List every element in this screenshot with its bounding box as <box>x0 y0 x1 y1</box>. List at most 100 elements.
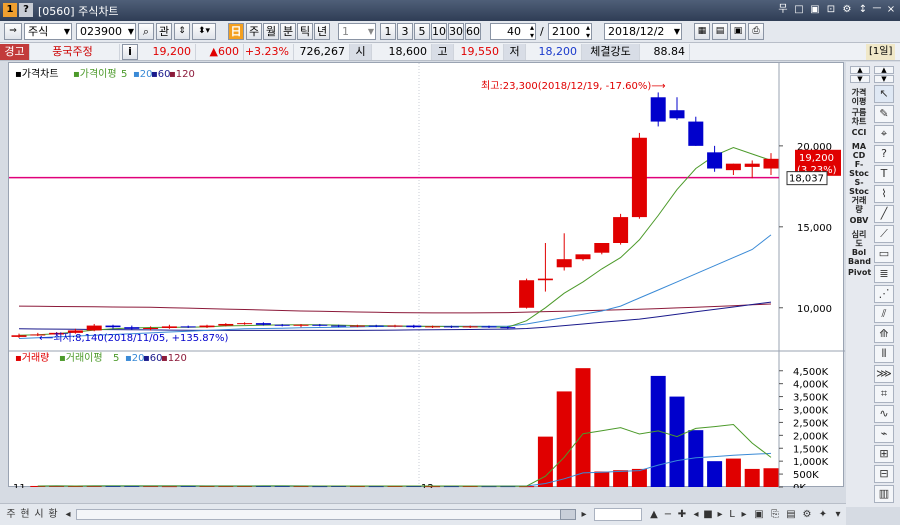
brush-icon[interactable]: ⌇ <box>874 185 894 203</box>
auto-icon[interactable]: ⌁ <box>874 425 894 443</box>
chevron-down-icon[interactable]: ▾ <box>832 507 844 522</box>
minimize-icon[interactable]: ㅡ <box>870 3 884 17</box>
indicator-macd[interactable]: MA CD <box>848 142 870 160</box>
market-tab[interactable]: 시 <box>32 507 46 522</box>
calculator-icon[interactable]: ▦ <box>694 23 710 40</box>
checkbox-icon[interactable]: □ <box>792 3 806 17</box>
fan-icon[interactable]: ⋰ <box>874 285 894 303</box>
app-number-icon[interactable]: 1 <box>3 3 17 17</box>
quick-interval-3[interactable]: 3 <box>397 23 413 40</box>
channel-icon[interactable]: ⫽ <box>874 305 894 323</box>
wave-icon[interactable]: ∿ <box>874 405 894 423</box>
layout-icon[interactable]: ▤ <box>712 23 728 40</box>
text-tool-icon[interactable]: T <box>874 165 894 183</box>
period-minute[interactable]: 분 <box>280 23 296 40</box>
scroll-stepper[interactable]: ⬍▾ <box>192 23 216 40</box>
quick-interval-30[interactable]: 30 <box>448 23 464 40</box>
line-tool-icon[interactable]: ╱ <box>874 205 894 223</box>
transfer-icon[interactable]: ⇒ <box>4 23 22 40</box>
toolbar-down-icon[interactable]: ▼ <box>874 75 894 83</box>
quick-interval-5[interactable]: 5 <box>414 23 430 40</box>
window-icon[interactable]: ▣ <box>808 3 822 17</box>
copy-icon[interactable]: ⎘ <box>768 507 782 522</box>
indicator-bollinger[interactable]: Bol Band <box>848 248 871 266</box>
rectangle-icon[interactable]: ▭ <box>874 245 894 263</box>
end-icon[interactable]: ▸ <box>738 507 750 522</box>
current-tab[interactable]: 현 <box>18 507 32 522</box>
gear-icon[interactable]: ⚙ <box>840 3 854 17</box>
interval-select[interactable]: 1 ▼ <box>338 23 376 40</box>
magnet-icon[interactable]: ⌖ <box>874 125 894 143</box>
zoom-slider[interactable] <box>594 508 642 521</box>
toolbar-up-icon[interactable]: ▲ <box>874 66 894 74</box>
zoom-plus-icon[interactable]: ✚ <box>676 507 688 522</box>
indicator-gurum[interactable]: 구름 차트 <box>848 108 870 126</box>
day-period-icon[interactable]: 日 <box>228 23 244 40</box>
first-icon[interactable]: ◂ <box>690 507 702 522</box>
bar-chart-icon[interactable]: ▥ <box>874 485 894 503</box>
period-week[interactable]: 주 <box>246 23 262 40</box>
stock-code-input[interactable]: 023900 ▼ <box>76 23 136 40</box>
trend-line-icon[interactable]: ⟋ <box>874 225 894 243</box>
prev-next-icon[interactable]: ⇕ <box>174 23 190 40</box>
indicator-price-ma[interactable]: 가격 이평 <box>848 88 870 106</box>
zoom-up-icon[interactable]: ▲ <box>648 507 660 522</box>
scroll-left-icon[interactable]: ◂ <box>62 507 74 522</box>
watchlist-button[interactable]: 관 <box>156 23 172 40</box>
eraser-icon[interactable]: ✎ <box>874 105 894 123</box>
save-icon[interactable]: ▤ <box>784 507 798 522</box>
chart-panel[interactable]: 20,000 15,000 10,000 4,500K 4,000K 3,500K 3,00… <box>8 62 845 494</box>
last-icon[interactable]: L <box>726 507 738 522</box>
save-icon[interactable]: ▣ <box>730 23 746 40</box>
candle-body <box>594 243 610 253</box>
total-count-field[interactable]: 2100 ▴ ▾ <box>548 23 592 40</box>
scrollbar-thumb[interactable] <box>560 509 576 520</box>
period-month[interactable]: 월 <box>263 23 279 40</box>
week-tab[interactable]: 주 <box>4 507 18 522</box>
volume-tab[interactable]: 황 <box>46 507 60 522</box>
print-icon[interactable]: ⎙ <box>748 23 764 40</box>
date-select[interactable]: 2018/12/2 ▼ <box>604 23 682 40</box>
indicator-f-stoc[interactable]: F- Stoc <box>848 160 870 178</box>
capture-icon[interactable]: ⊡ <box>824 3 838 17</box>
search-icon[interactable]: ⌕ <box>138 23 154 40</box>
zoom-minus-icon[interactable]: − <box>662 507 674 522</box>
quick-interval-60[interactable]: 60 <box>465 23 481 40</box>
indicator-obv[interactable]: OBV <box>848 216 870 225</box>
capture-icon[interactable]: ▣ <box>752 507 766 522</box>
indicator-psychology[interactable]: 심리 도 <box>848 230 870 248</box>
link-icon[interactable]: 무 <box>776 3 790 17</box>
indicator-s-stoc[interactable]: S- Stoc <box>848 178 870 196</box>
info-icon[interactable]: i <box>122 44 138 60</box>
close-icon[interactable]: × <box>884 3 898 17</box>
cursor-icon[interactable]: ↖ <box>874 85 894 103</box>
gann-icon[interactable]: ⟰ <box>874 325 894 343</box>
andrews-icon[interactable]: ⋙ <box>874 365 894 383</box>
collapse-up-icon[interactable]: ▲ <box>850 66 870 74</box>
quick-interval-1[interactable]: 1 <box>380 23 396 40</box>
scrollbar-track[interactable] <box>76 509 576 520</box>
question-icon[interactable]: ? <box>874 145 894 163</box>
stop-icon[interactable]: ■ <box>702 507 714 522</box>
settings-icon[interactable]: ⚙ <box>800 507 814 522</box>
indicator-volume[interactable]: 거래 량 <box>848 196 870 214</box>
export-icon[interactable]: ⊟ <box>874 465 894 483</box>
grid-tool-icon[interactable]: ⌗ <box>874 385 894 403</box>
fibonacci-icon[interactable]: ≣ <box>874 265 894 283</box>
scroll-right-icon[interactable]: ▸ <box>578 507 590 522</box>
next-icon[interactable]: ▸ <box>714 507 726 522</box>
indicator-pivot[interactable]: Pivot <box>848 268 871 277</box>
indicator-cci[interactable]: CCI <box>848 128 870 137</box>
resize-icon[interactable]: ↕ <box>856 3 870 17</box>
period-tick[interactable]: 틱 <box>297 23 313 40</box>
collapse-down-icon[interactable]: ▼ <box>850 75 870 83</box>
period-year[interactable]: 년 <box>314 23 330 40</box>
wrench-icon[interactable]: ✦ <box>816 507 830 522</box>
cycle-icon[interactable]: ⦀ <box>874 345 894 363</box>
candlestick-chart[interactable]: 20,00015,00010,0004,500K4,000K3,500K3,00… <box>9 63 845 494</box>
quick-interval-10[interactable]: 10 <box>431 23 447 40</box>
help-icon[interactable]: ? <box>19 3 33 17</box>
ruler-icon[interactable]: ⊞ <box>874 445 894 463</box>
count-stepper[interactable]: 40 ▴ ▾ <box>490 23 536 40</box>
market-select[interactable]: 주식 ▼ <box>24 23 72 40</box>
